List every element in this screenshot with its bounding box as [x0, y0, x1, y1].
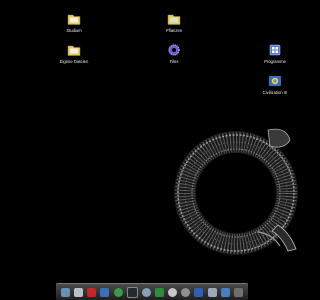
desktop-icon-label: Files: [169, 59, 179, 64]
dock: [56, 283, 248, 300]
settings-icon[interactable]: [141, 287, 151, 297]
image-viewer-icon[interactable]: [74, 287, 84, 297]
desktop-icon-programme[interactable]: Programme: [253, 43, 297, 64]
leaf-icon[interactable]: [155, 287, 165, 297]
desktop-icon-files[interactable]: Files: [152, 43, 196, 64]
desktop-icon-label: Programme: [264, 59, 286, 64]
desktop-icon-label: Studium: [66, 28, 82, 33]
calendar-icon[interactable]: [207, 287, 217, 297]
terminal-icon[interactable]: [126, 286, 138, 298]
user-icon[interactable]: [194, 287, 204, 297]
folder-icon: [67, 45, 81, 56]
browser-icon[interactable]: [113, 287, 123, 297]
game-icon: [269, 76, 281, 86]
desktop-icon-label: Pflanzen: [165, 28, 183, 33]
files-gear-icon: [168, 44, 180, 56]
mail-icon[interactable]: [100, 287, 110, 297]
desktop-icon-pflanzen[interactable]: Pflanzen: [152, 12, 196, 33]
clock-icon[interactable]: [168, 287, 178, 297]
chat-icon[interactable]: [220, 287, 230, 297]
desktop-icon-eigene-dateien[interactable]: Eigene Dateien: [52, 43, 96, 64]
finder-icon[interactable]: [61, 287, 71, 297]
trash-icon[interactable]: [233, 287, 243, 297]
desktop-icon-civilization-iii[interactable]: Civilization III: [253, 74, 297, 95]
folder-icon: [167, 14, 181, 25]
folder-icon: [67, 14, 81, 25]
disc-icon[interactable]: [181, 287, 191, 297]
music-icon[interactable]: [87, 287, 97, 297]
desktop-icon-label: Eigene Dateien: [59, 59, 89, 64]
desktop-icon-label: Civilization III: [262, 90, 288, 95]
desktop: Studium Pflanzen Eigene Dateien Files Pr…: [0, 0, 300, 300]
programs-icon: [269, 44, 281, 56]
desktop-icon-studium[interactable]: Studium: [52, 12, 96, 33]
